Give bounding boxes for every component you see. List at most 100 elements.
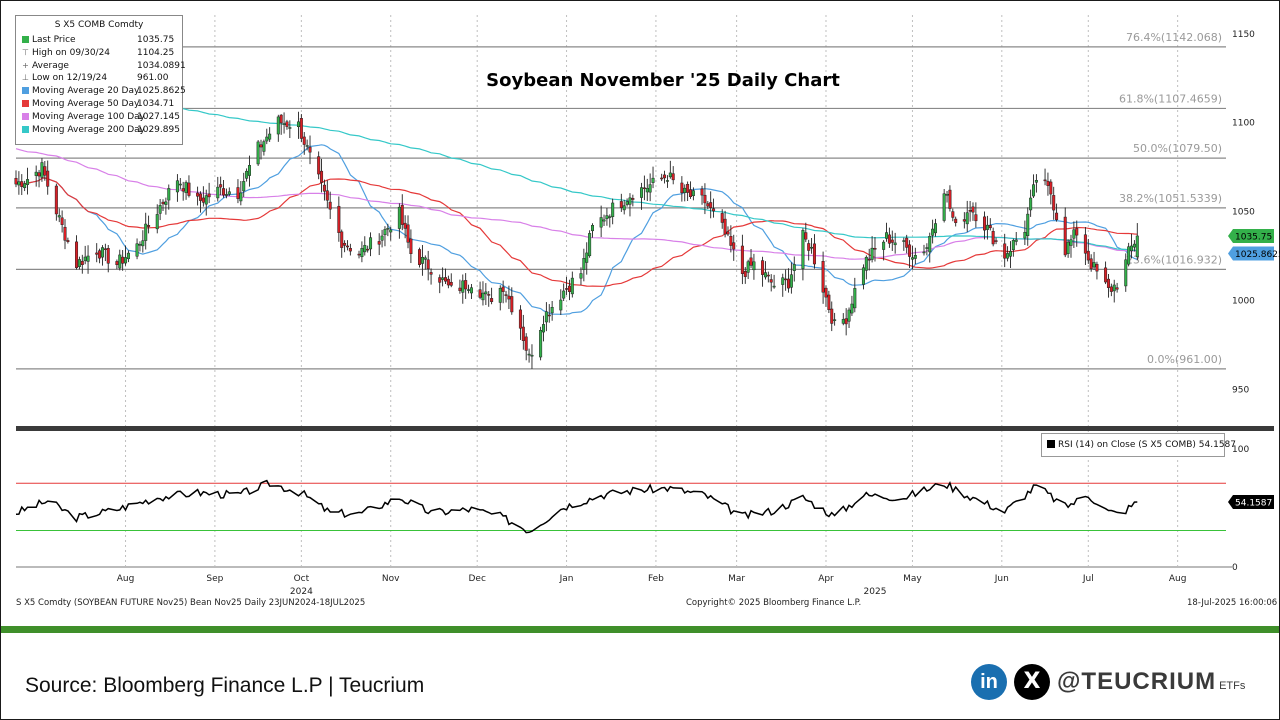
rsi-swatch xyxy=(1047,440,1055,448)
candle-body xyxy=(1014,239,1018,242)
month-tick-label: May xyxy=(903,574,922,584)
candle-body xyxy=(801,230,805,269)
candle-up xyxy=(17,171,21,195)
candle-body xyxy=(746,261,750,273)
month-tick-label: Aug xyxy=(117,574,135,584)
candle-body xyxy=(498,287,502,303)
candle-body xyxy=(1043,179,1047,182)
price-callout-text: 1035.75 xyxy=(1235,232,1272,242)
candle-body xyxy=(761,260,765,275)
candle-body xyxy=(544,311,548,323)
candle-body xyxy=(320,170,324,183)
candle-up xyxy=(1072,221,1076,248)
candle-up xyxy=(26,167,30,195)
candle-body xyxy=(1066,241,1070,254)
candle-body xyxy=(366,248,370,251)
candle-body xyxy=(285,121,289,127)
candle-body xyxy=(423,257,427,260)
candle-up xyxy=(789,262,793,294)
candle-up xyxy=(245,168,249,182)
candle-body xyxy=(521,326,525,341)
candle-up xyxy=(544,302,548,332)
candle-body xyxy=(787,278,791,289)
candle-body xyxy=(619,201,623,208)
candle-down xyxy=(1055,203,1059,222)
candle-up xyxy=(608,214,612,228)
candle-down xyxy=(438,274,442,294)
candle-body xyxy=(204,195,208,205)
candle-body xyxy=(288,127,292,129)
legend-swatch xyxy=(22,36,29,43)
candle-body xyxy=(98,250,102,259)
y-tick-label: 1050 xyxy=(1232,208,1255,218)
month-tick-label: Jan xyxy=(559,574,574,584)
candle-body xyxy=(622,205,626,211)
x-icon[interactable]: X xyxy=(1014,664,1050,700)
candle-body xyxy=(478,289,482,298)
candle-down xyxy=(357,250,361,259)
candle-body xyxy=(282,123,286,125)
candle-body xyxy=(691,190,695,197)
candle-body xyxy=(46,170,50,187)
candle-body xyxy=(547,314,551,317)
candle-down xyxy=(409,229,413,264)
candle-body xyxy=(706,203,710,207)
candle-body xyxy=(443,277,447,282)
candle-up xyxy=(158,198,162,221)
candle-down xyxy=(689,181,693,199)
linkedin-icon[interactable]: in xyxy=(971,664,1007,700)
candle-down xyxy=(948,185,952,212)
candle-body xyxy=(302,136,306,145)
candle-body xyxy=(1011,240,1015,251)
rsi-tick-label: 0 xyxy=(1232,563,1238,573)
brand-logo: @TEUCRIUM ETFs xyxy=(1057,668,1245,696)
candle-body xyxy=(256,141,260,165)
candle-down xyxy=(700,185,704,205)
legend-value: 961.00 xyxy=(137,73,169,84)
candle-down xyxy=(686,181,690,202)
candle-body xyxy=(749,257,753,266)
candle-body xyxy=(565,288,569,290)
candle-body xyxy=(789,274,793,288)
candle-body xyxy=(971,206,975,213)
candle-up xyxy=(668,160,672,179)
candle-down xyxy=(449,273,453,288)
candle-down xyxy=(400,194,404,231)
candle-body xyxy=(723,218,727,235)
candle-down xyxy=(115,259,119,270)
candle-down xyxy=(671,166,675,185)
candle-down xyxy=(219,176,223,196)
legend-value: 1029.895 xyxy=(137,124,180,135)
candle-down xyxy=(824,285,828,307)
low-marker-icon: ⊥ xyxy=(22,73,29,83)
candle-up xyxy=(550,301,554,321)
candle-body xyxy=(224,194,228,196)
candle-body xyxy=(1112,284,1116,292)
candle-body xyxy=(504,294,508,296)
candle-body xyxy=(487,294,491,296)
candle-body xyxy=(660,177,664,180)
candle-body xyxy=(1046,180,1050,186)
candle-body xyxy=(945,194,949,196)
candle-down xyxy=(784,269,788,291)
candle-body xyxy=(124,257,128,264)
candle-body xyxy=(198,193,202,201)
candle-body xyxy=(833,319,837,321)
candle-down xyxy=(619,193,623,212)
candle-body xyxy=(144,223,148,241)
candle-up xyxy=(469,283,473,300)
candle-body xyxy=(103,248,107,250)
candle-down xyxy=(830,301,834,332)
candle-up xyxy=(847,307,851,328)
candle-body xyxy=(781,277,785,285)
average-marker-icon: + xyxy=(22,60,29,70)
candle-up xyxy=(34,165,38,187)
candle-body xyxy=(784,278,788,281)
candle-body xyxy=(608,216,612,218)
candle-up xyxy=(590,223,594,238)
candle-body xyxy=(1055,212,1059,220)
candle-up xyxy=(178,178,182,190)
price-callout: 1025.8625 xyxy=(1228,246,1280,261)
candle-body xyxy=(426,259,430,270)
candle-body xyxy=(1075,228,1079,236)
